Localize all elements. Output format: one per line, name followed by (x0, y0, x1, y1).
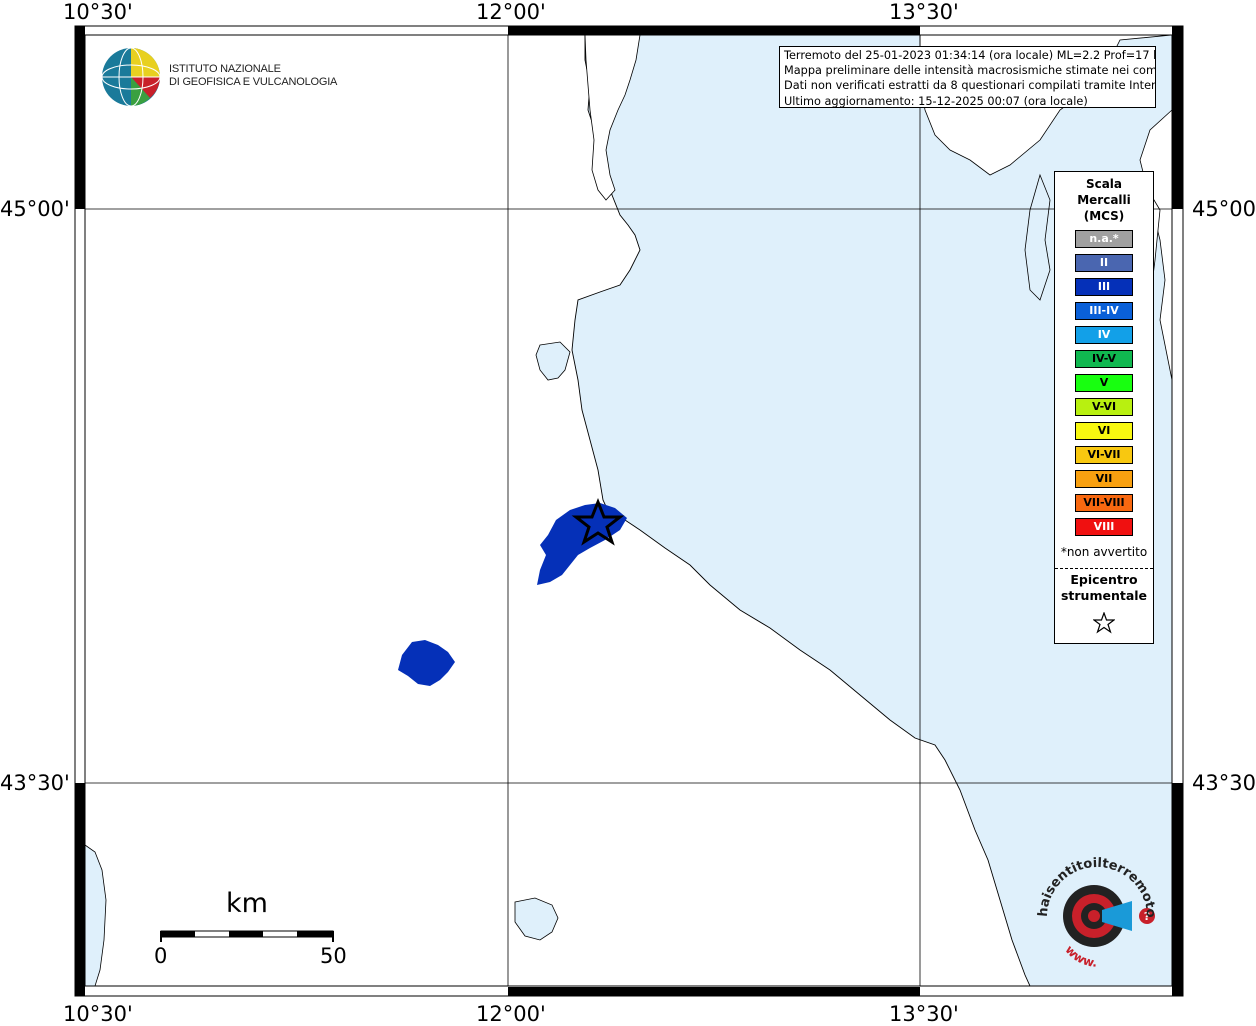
legend-item-0: n.a.* (1075, 230, 1133, 248)
lat-tick-left-upper: 45°00' (0, 197, 70, 221)
legend-item-8: VI (1075, 422, 1133, 440)
scale-bar-min: 0 (154, 944, 168, 968)
legend-item-12: VIII (1075, 518, 1133, 536)
ingv-logo-text: ISTITUTO NAZIONALE DI GEOFISICA E VULCAN… (169, 63, 337, 89)
lat-tick-left-lower: 43°30' (0, 771, 70, 795)
legend-item-4: IV (1075, 326, 1133, 344)
mcs-legend: Scala Mercalli (MCS) n.a.* II III III-IV IV I… (1054, 171, 1154, 644)
haisentito-url: haisentitoilterremoto.it (1035, 855, 1158, 918)
legend-item-10: VII (1075, 470, 1133, 488)
legend-item-5: IV-V (1075, 350, 1133, 368)
legend-note: *non avvertito (1060, 545, 1148, 559)
legend-star-icon (1093, 612, 1115, 634)
lat-tick-right-upper: 45°00' (1192, 197, 1256, 221)
ingv-logo-line2: DI GEOFISICA E VULCANOLOGIA (169, 76, 338, 88)
lon-tick-bottom-right: 13°30' (889, 1002, 959, 1026)
legend-title-line1: Scala (1085, 177, 1123, 191)
event-info-box: Terremoto del 25-01-2023 01:34:14 (ora l… (779, 46, 1156, 108)
legend-item-11: VII-VIII (1075, 494, 1133, 512)
haisentito-www: www. (1062, 943, 1097, 970)
scale-bar-unit: km (226, 888, 268, 919)
scale-bar-max: 50 (320, 944, 347, 968)
legend-title: Scala Mercalli (MCS) (1055, 176, 1153, 224)
lon-tick-bottom-left: 10°30' (63, 1002, 133, 1026)
info-line-updated: Ultimo aggiornamento: 15-12-2025 00:07 (… (784, 94, 1088, 108)
info-line-event: Terremoto del 25-01-2023 01:34:14 (ora l… (784, 49, 1156, 62)
legend-title-line3: (MCS) (1083, 209, 1125, 223)
lon-tick-bottom-mid: 12°00' (476, 1002, 546, 1026)
legend-epicenter: Epicentro strumentale (1055, 572, 1153, 604)
lon-tick-top-mid: 12°00' (476, 0, 546, 24)
legend-item-9: VI-VII (1075, 446, 1133, 464)
legend-item-3: III-IV (1075, 302, 1133, 320)
lat-tick-right-lower: 43°30' (1192, 771, 1256, 795)
legend-epicenter-line2: strumentale (1060, 588, 1148, 603)
lon-tick-top-right: 13°30' (889, 0, 959, 24)
legend-item-6: V (1075, 374, 1133, 392)
legend-item-2: III (1075, 278, 1133, 296)
ingv-globe-logo (101, 47, 161, 107)
info-line-map: Mappa preliminare delle intensità macros… (784, 64, 1156, 78)
info-line-data: Dati non verificati estratti da 8 questi… (784, 79, 1156, 93)
haisentito-logo-text: haisentitoilterremoto.it www. (1035, 855, 1158, 970)
legend-separator (1055, 568, 1153, 569)
legend-title-line2: Mercalli (1077, 193, 1131, 207)
legend-item-7: V-VI (1075, 398, 1133, 416)
lon-tick-top-left: 10°30' (63, 0, 133, 24)
svg-text:www.: www. (1062, 943, 1097, 970)
ingv-logo-line1: ISTITUTO NAZIONALE (169, 63, 281, 75)
legend-epicenter-line1: Epicentro (1070, 572, 1138, 587)
svg-text:haisentitoilterremoto.it: haisentitoilterremoto.it (1035, 855, 1158, 918)
legend-item-1: II (1075, 254, 1133, 272)
